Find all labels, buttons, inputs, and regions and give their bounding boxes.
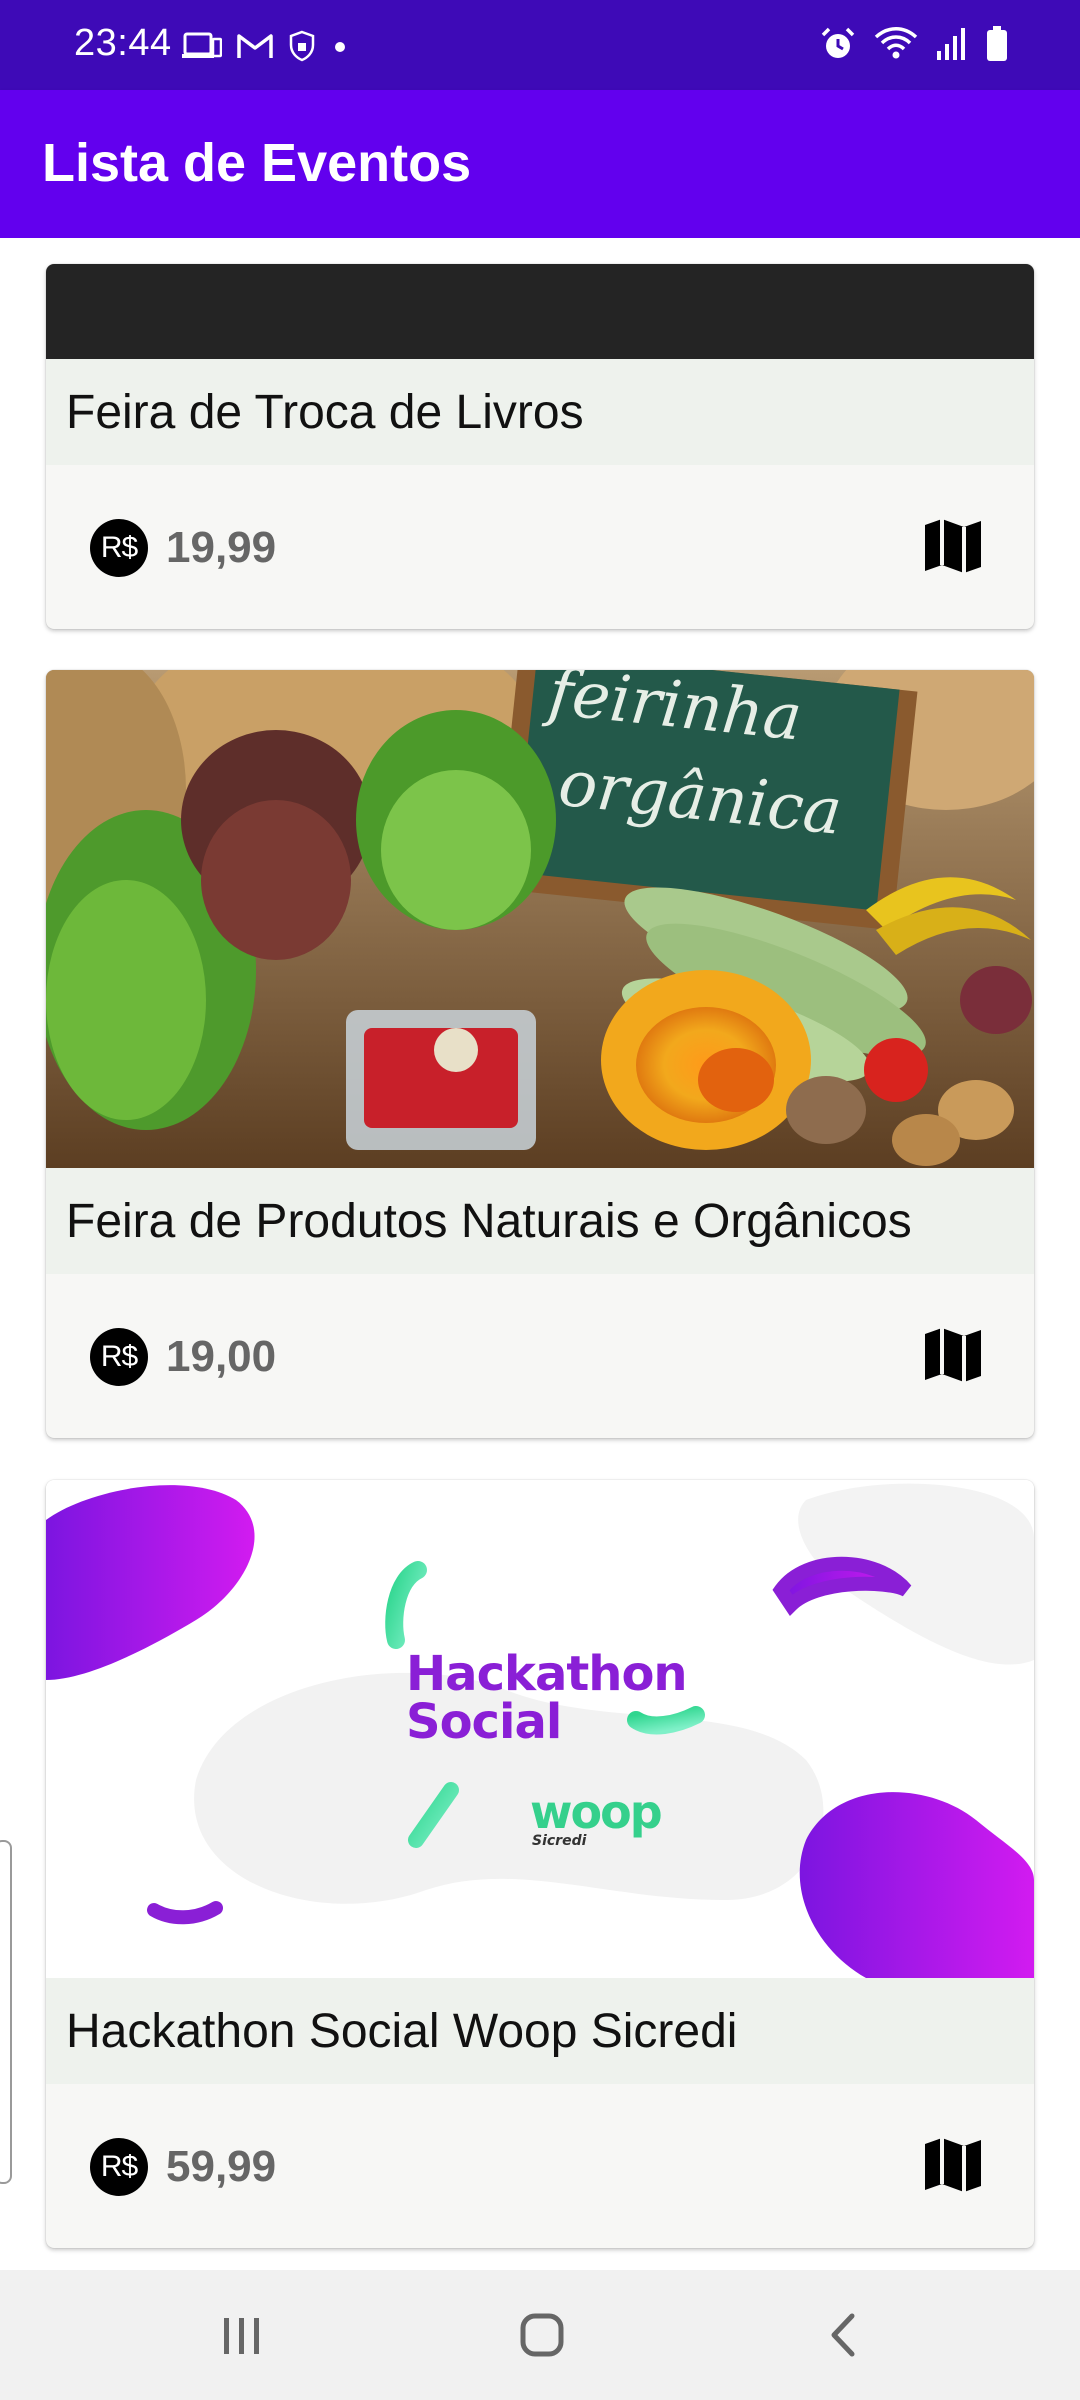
event-image: Hackathon Social woop Sicredi [46,1480,1034,1978]
woop-logo-text: woop [530,1785,663,1839]
edge-panel-handle[interactable] [0,1840,12,2184]
currency-icon: R$ [90,519,148,577]
map-icon[interactable] [922,515,984,577]
event-title-band: Feira de Produtos Naturais e Orgânicos [46,1168,1034,1274]
shield-icon [289,30,315,62]
hackathon-logo-line1: Hackathon [406,1646,688,1702]
event-card[interactable]: Feira de Troca de Livros R$ 19,99 [46,264,1034,629]
status-left-icons [182,30,350,62]
event-title: Feira de Troca de Livros [66,385,584,439]
event-card[interactable]: Hackathon Social woop Sicredi Hackathon … [46,1480,1034,2248]
battery-icon [987,26,1007,61]
alarm-icon [821,27,855,58]
event-title-band: Feira de Troca de Livros [46,359,1034,465]
event-footer: R$ 19,99 [46,465,1034,629]
event-price: 59,99 [166,2142,277,2191]
screen-icon [182,32,222,58]
organic-produce-photo: feirinha orgânica [46,670,1034,1168]
event-image: feirinha orgânica [46,670,1034,1168]
back-icon[interactable] [824,2310,864,2360]
event-title: Feira de Produtos Naturais e Orgânicos [66,1194,912,1248]
woop-logo: woop Sicredi [530,1785,663,1848]
status-time: 23:44 [74,22,172,64]
home-icon[interactable] [518,2310,566,2360]
hackathon-logo-line2: Social [406,1694,562,1750]
status-right-icons [820,26,1008,62]
recents-icon[interactable] [220,2310,264,2360]
page-title: Lista de Eventos [42,133,472,193]
event-card[interactable]: feirinha orgânica Feira de Produtos Natu… [46,670,1034,1438]
hackathon-logo-text: Hackathon Social [406,1646,688,1750]
event-footer: R$ 19,00 [46,1274,1034,1438]
event-price: 19,00 [166,1332,277,1381]
currency-icon: R$ [90,2138,148,2196]
wifi-icon [874,27,918,59]
currency-icon: R$ [90,1328,148,1386]
nav-bar [0,2270,1080,2400]
event-price: 19,99 [166,523,277,572]
notification-dot-icon [335,42,345,52]
event-image [46,264,1034,359]
event-footer: R$ 59,99 [46,2084,1034,2248]
event-list[interactable]: Feira de Troca de Livros R$ 19,99 feirin… [0,238,1080,2270]
status-bar: 23:44 [0,0,1080,90]
map-icon[interactable] [922,2134,984,2196]
event-title: Hackathon Social Woop Sicredi [66,2004,738,2058]
map-icon[interactable] [922,1324,984,1386]
signal-icon [937,28,965,60]
gmail-icon [237,34,273,58]
event-title-band: Hackathon Social Woop Sicredi [46,1978,1034,2084]
app-bar: Lista de Eventos [0,90,1080,238]
